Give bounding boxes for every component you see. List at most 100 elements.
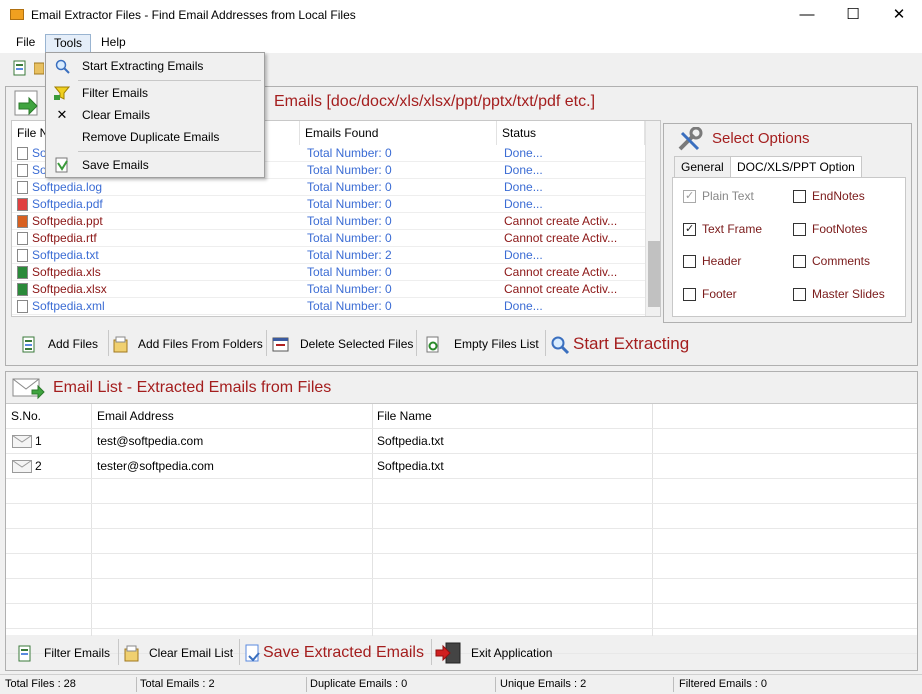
file-name: Softpedia.txt <box>32 248 99 262</box>
emails-found: Total Number: 0 <box>307 265 392 279</box>
add-files-toolbar-icon[interactable] <box>12 60 28 76</box>
emails-found: Total Number: 0 <box>307 180 392 194</box>
email-list-table[interactable]: S.No. Email Address File Name 1 test@soft… <box>6 403 917 654</box>
xls-icon <box>17 283 28 296</box>
file-status: Done... <box>504 299 543 313</box>
empty-list-icon <box>426 336 439 353</box>
add-files-button[interactable]: Add Files <box>48 332 98 356</box>
menu-help[interactable]: Help <box>93 34 134 53</box>
status-unique-emails: Unique Emails : 2 <box>500 678 587 690</box>
doc-icon <box>17 249 28 262</box>
start-extracting-button[interactable]: Start Extracting <box>573 334 689 354</box>
menu-file[interactable]: File <box>8 34 43 53</box>
add-document-icon <box>14 90 38 116</box>
tab-doc-xls-ppt-option[interactable]: DOC/XLS/PPT Option <box>730 156 862 179</box>
envelope-icon <box>12 460 32 473</box>
menu-remove-duplicate-emails[interactable]: Remove Duplicate Emails <box>48 126 262 148</box>
files-panel-header: Emails [doc/docx/xls/xlsx/ppt/pptx/txt/p… <box>274 93 596 110</box>
filter-emails-button[interactable]: Filter Emails <box>44 641 110 665</box>
search-icon <box>551 336 570 355</box>
folder-toolbar-icon[interactable] <box>34 60 44 76</box>
status-separator <box>136 677 137 692</box>
file-row[interactable]: Softpedia.ppt Total Number: 0 Cannot creat… <box>12 213 645 230</box>
file-row[interactable]: Softpedia.xls Total Number: 0 Cannot creat… <box>12 264 645 281</box>
pdf-icon <box>17 198 28 211</box>
tab-general[interactable]: General <box>674 156 731 178</box>
checkbox-comments[interactable] <box>793 255 806 268</box>
checkbox-text-frame[interactable] <box>683 222 696 236</box>
file-row[interactable]: Softpedia.rtf Total Number: 0 Cannot creat… <box>12 230 645 247</box>
doc-icon <box>17 164 28 177</box>
file-row[interactable]: Softpedia.log Total Number: 0 Done... <box>12 179 645 196</box>
email-row[interactable]: 1 test@softpedia.com Softpedia.txt <box>6 429 917 454</box>
scrollbar-thumb[interactable] <box>648 241 660 307</box>
status-duplicate-emails: Duplicate Emails : 0 <box>310 678 408 690</box>
file-list-scrollbar[interactable] <box>645 121 660 316</box>
clear-email-list-button[interactable]: Clear Email List <box>149 641 233 665</box>
separator <box>108 330 109 356</box>
file-status: Cannot create Activ... <box>504 214 618 228</box>
tools-dropdown-menu: Start Extracting Emails Filter Emails ✕ … <box>45 52 265 178</box>
envelope-icon <box>12 435 32 448</box>
emails-found: Total Number: 0 <box>307 214 392 228</box>
checkbox-header[interactable] <box>683 255 696 268</box>
emails-found: Total Number: 2 <box>307 248 392 262</box>
file-name: Softpedia.ppt <box>32 214 103 228</box>
save-icon <box>55 157 68 173</box>
menu-tools[interactable]: Tools <box>45 34 92 53</box>
column-header-email-address[interactable]: Email Address <box>97 409 174 423</box>
checkbox-master-slides[interactable] <box>793 287 806 301</box>
menu-item-label: Start Extracting Emails <box>82 59 204 73</box>
file-name: Softpedia.rtf <box>32 231 97 245</box>
menu-save-emails[interactable]: Save Emails <box>48 154 262 176</box>
file-row[interactable]: Softpedia.txt Total Number: 2 Done... <box>12 247 645 264</box>
column-header-status[interactable]: Status <box>497 121 645 145</box>
maximize-icon[interactable]: ☐ <box>830 0 876 31</box>
file-row[interactable]: Softpedia.xlsx Total Number: 0 Cannot crea… <box>12 281 645 298</box>
emails-found: Total Number: 0 <box>307 282 392 296</box>
menu-item-label: Clear Emails <box>82 108 151 122</box>
file-status: Done... <box>504 197 543 211</box>
option-label: Footer <box>702 286 737 301</box>
emails-found: Total Number: 0 <box>307 163 392 177</box>
separator <box>545 330 546 356</box>
menu-start-extracting-emails[interactable]: Start Extracting Emails <box>48 55 262 77</box>
email-address: tester@softpedia.com <box>97 459 214 473</box>
minimize-icon[interactable]: — <box>784 0 830 31</box>
option-label: Comments <box>812 254 871 268</box>
delete-selected-files-button[interactable]: Delete Selected Files <box>300 332 413 356</box>
checkbox-endnotes[interactable] <box>793 190 806 203</box>
empty-files-list-button[interactable]: Empty Files List <box>454 332 539 356</box>
close-icon[interactable]: ✕ <box>876 0 922 31</box>
menu-item-label: Remove Duplicate Emails <box>82 130 220 144</box>
file-row[interactable]: Softpedia.xml Total Number: 0 Done... <box>12 298 645 315</box>
file-name: Softpedia.xml <box>32 299 105 313</box>
delete-files-icon <box>272 337 289 352</box>
menu-clear-emails[interactable]: ✕ Clear Emails <box>48 104 262 126</box>
add-files-icon <box>22 336 35 353</box>
magnifier-icon <box>55 59 70 74</box>
menu-filter-emails[interactable]: Filter Emails <box>48 82 262 104</box>
save-file-icon <box>245 644 260 662</box>
ppt-icon <box>17 215 28 228</box>
email-row[interactable]: 2 tester@softpedia.com Softpedia.txt <box>6 454 917 479</box>
doc-icon <box>17 147 28 160</box>
checkbox-footnotes[interactable] <box>793 222 806 236</box>
exit-application-button[interactable]: Exit Application <box>471 641 552 665</box>
envelope-arrow-icon <box>12 378 45 400</box>
column-header-emails-found[interactable]: Emails Found <box>300 121 497 145</box>
emails-found: Total Number: 0 <box>307 231 392 245</box>
separator <box>416 330 417 356</box>
add-files-from-folders-button[interactable]: Add Files From Folders <box>138 332 263 356</box>
file-row[interactable]: Softpedia.pdf Total Number: 0 Done... <box>12 196 645 213</box>
file-status: Done... <box>504 163 543 177</box>
email-list-header: S.No. Email Address File Name <box>6 404 917 429</box>
email-list-panel: Email List - Extracted Emails from Files… <box>5 371 918 671</box>
separator <box>266 330 267 356</box>
column-header-file-name[interactable]: File Name <box>377 409 432 423</box>
email-sno: 2 <box>35 459 42 473</box>
menu-separator <box>78 80 261 81</box>
column-header-sno[interactable]: S.No. <box>11 409 41 423</box>
checkbox-footer[interactable] <box>683 287 696 301</box>
save-extracted-emails-button[interactable]: Save Extracted Emails <box>263 644 424 662</box>
